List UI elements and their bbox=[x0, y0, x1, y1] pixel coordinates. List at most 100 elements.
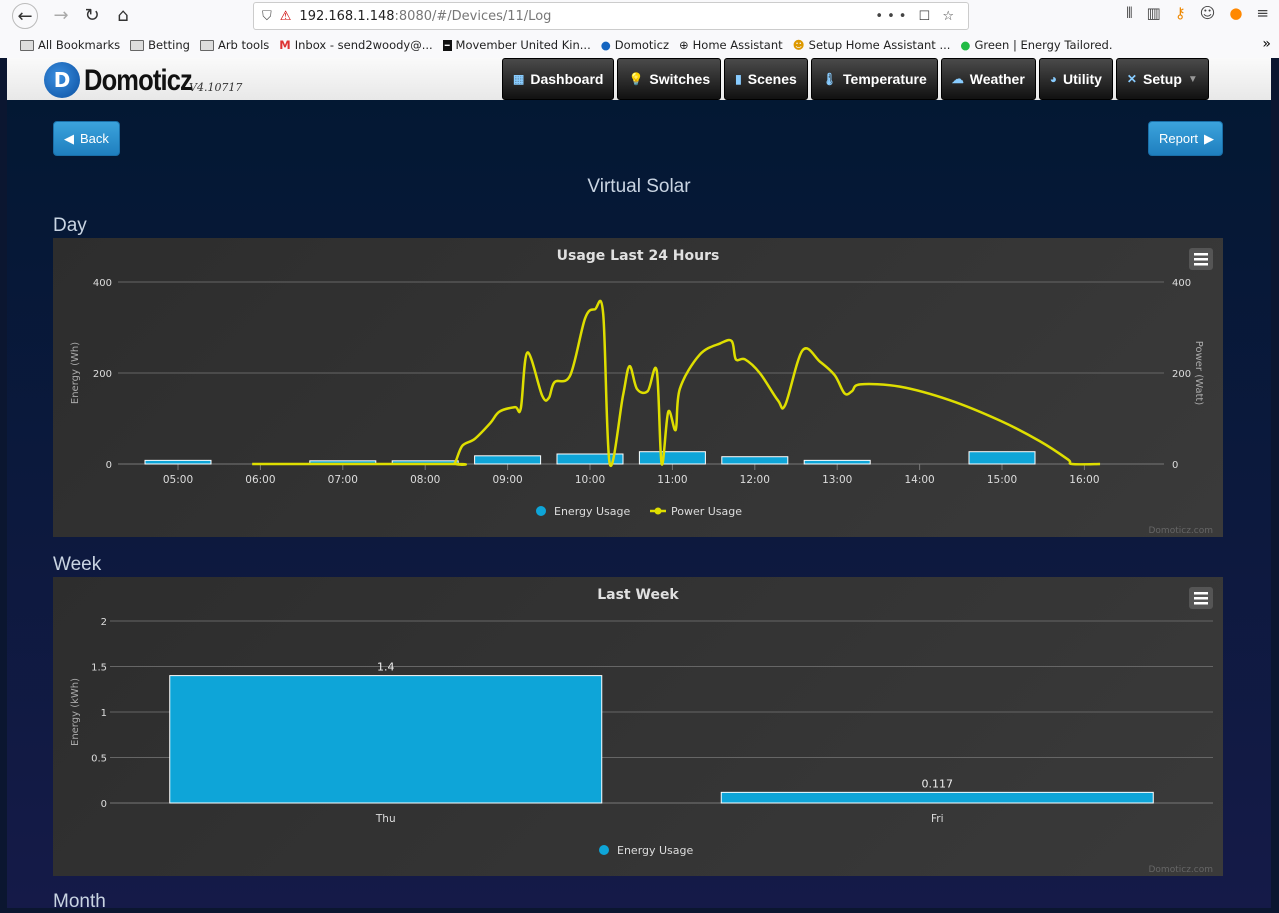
legend-power-usage[interactable]: Power Usage bbox=[650, 505, 742, 518]
report-button[interactable]: Report ▶ bbox=[1148, 121, 1223, 156]
back-button[interactable]: ◀ Back bbox=[53, 121, 120, 156]
report-label: Report bbox=[1159, 131, 1199, 146]
legend-marker bbox=[654, 507, 662, 515]
bookmark-arb-tools[interactable]: Arb tools bbox=[199, 38, 269, 52]
hamburger-icon-bar bbox=[1194, 602, 1208, 605]
tools-icon: ✕ bbox=[1126, 72, 1137, 86]
browser-chrome: ← → ↻ ⌂ ⛉ ⚠ 192.168.1.148:8080/#/Devices… bbox=[0, 0, 1279, 58]
bookmark-movember[interactable]: ━ Movember United Kin... bbox=[442, 38, 591, 52]
main-content: ◀ Back Report ▶ Virtual Solar Day Usage La… bbox=[7, 100, 1271, 912]
hamburger-menu-icon[interactable]: ≡ bbox=[1256, 4, 1269, 22]
menu-label: Scenes bbox=[747, 71, 797, 87]
bookmark-setup-ha[interactable]: ☻ Setup Home Assistant ... bbox=[793, 38, 951, 52]
extension-icon[interactable]: ● bbox=[1229, 4, 1242, 22]
account-icon[interactable]: ☺ bbox=[1200, 4, 1216, 22]
bookmark-all[interactable]: All Bookmarks bbox=[20, 38, 120, 52]
x-tick-label: 16:00 bbox=[1069, 474, 1099, 486]
x-tick-label: 07:00 bbox=[328, 474, 358, 486]
forward-arrow-icon[interactable]: → bbox=[48, 3, 74, 29]
bookmark-label: Betting bbox=[148, 38, 190, 52]
menu-utility[interactable]: ◕ Utility bbox=[1038, 58, 1113, 100]
back-arrow-icon[interactable]: ← bbox=[12, 3, 38, 29]
thermometer-icon: 🌡 bbox=[821, 72, 838, 86]
gmail-icon: M bbox=[279, 38, 291, 52]
chart-credit: Domoticz.com bbox=[1149, 865, 1214, 875]
y2-tick-label: 200 bbox=[1172, 369, 1191, 380]
bookmarks-overflow-icon[interactable]: » bbox=[1262, 36, 1271, 52]
menu-scenes[interactable]: ▮ Scenes bbox=[724, 58, 808, 100]
y-tick-label: 1.5 bbox=[91, 663, 107, 674]
x-tick-label: 09:00 bbox=[492, 474, 522, 486]
y2-axis-label: Power (Watt) bbox=[1193, 341, 1204, 406]
toolbar-icons[interactable]: ⫴ ▥ ⚷ ☺ ● ≡ bbox=[1126, 4, 1279, 22]
x-tick-label: 14:00 bbox=[904, 474, 934, 486]
folder-icon bbox=[130, 39, 145, 51]
home-icon[interactable]: ⌂ bbox=[110, 3, 136, 29]
menu-label: Utility bbox=[1063, 71, 1102, 87]
chart-menu-button[interactable] bbox=[1189, 248, 1213, 270]
bookmark-home-assistant[interactable]: ⊕ Home Assistant bbox=[679, 38, 783, 52]
x-tick-label: 13:00 bbox=[822, 474, 852, 486]
bookmark-label: Inbox - send2woody@... bbox=[294, 38, 433, 52]
y-tick-label: 400 bbox=[93, 278, 112, 289]
page-actions-icons[interactable]: ••• ☐ ☆ bbox=[875, 9, 958, 24]
energy-bar bbox=[638, 451, 706, 465]
menu-weather[interactable]: ☁ Weather bbox=[940, 58, 1036, 100]
section-month: Month bbox=[53, 891, 106, 912]
menu-dashboard[interactable]: ▦ Dashboard bbox=[502, 58, 615, 100]
y2-tick-label: 400 bbox=[1172, 278, 1191, 289]
folder-icon bbox=[20, 39, 34, 51]
main-menu: ▦ Dashboard 💡 Switches ▮ Scenes 🌡 Temperature ☁ W… bbox=[502, 58, 1209, 100]
bookmarks-bar: All Bookmarks Betting Arb tools M Inbox -… bbox=[0, 34, 1113, 56]
logo-icon: D bbox=[44, 62, 80, 98]
cloud-icon: ☁ bbox=[951, 72, 964, 86]
back-label: Back bbox=[80, 131, 109, 146]
x-tick-label: 15:00 bbox=[987, 474, 1017, 486]
version: V4.10717 bbox=[189, 81, 243, 94]
legend-marker bbox=[536, 506, 546, 516]
menu-setup[interactable]: ✕ Setup ▼ bbox=[1115, 58, 1209, 100]
domoticz-icon: ● bbox=[600, 38, 611, 52]
hamburger-icon-bar bbox=[1194, 258, 1208, 261]
url-bar[interactable]: ⛉ ⚠ 192.168.1.148:8080/#/Devices/11/Log … bbox=[253, 2, 969, 30]
week-chart: Last Week Domoticz.com 0 0.5 1 1.5 2 Energy (kW… bbox=[53, 577, 1223, 876]
sidebar-icon[interactable]: ▥ bbox=[1147, 4, 1161, 22]
chart-menu-button[interactable] bbox=[1189, 587, 1213, 609]
legend-energy-usage[interactable]: Energy Usage bbox=[599, 844, 694, 857]
shield-icon: ⛉ bbox=[262, 8, 272, 24]
bookmark-domoticz[interactable]: ● Domoticz bbox=[601, 38, 669, 52]
legend-label: Power Usage bbox=[671, 505, 742, 518]
x-tick-label: 12:00 bbox=[740, 474, 770, 486]
bookmark-inbox[interactable]: M Inbox - send2woody@... bbox=[279, 38, 432, 52]
y-tick-label: 2 bbox=[101, 617, 107, 628]
hamburger-icon-bar bbox=[1194, 592, 1208, 595]
legend-label: Energy Usage bbox=[617, 844, 694, 857]
caret-down-icon: ▼ bbox=[1187, 73, 1198, 85]
energy-bar bbox=[968, 451, 1036, 465]
library-icon[interactable]: ⫴ bbox=[1126, 4, 1132, 22]
energy-bar bbox=[169, 675, 603, 804]
bookmark-label: Domoticz bbox=[614, 38, 669, 52]
legend-label: Energy Usage bbox=[554, 505, 631, 518]
energy-bar bbox=[144, 459, 212, 465]
app-header: D Domoticz V4.10717 ▦ Dashboard 💡 Switches ▮ Sc… bbox=[7, 58, 1271, 100]
energy-bar bbox=[721, 456, 789, 465]
y-tick-label: 0.5 bbox=[91, 754, 107, 765]
x-tick-label: 05:00 bbox=[163, 474, 193, 486]
url-path: :8080/#/Devices/11/Log bbox=[394, 8, 552, 24]
reload-icon[interactable]: ↻ bbox=[79, 3, 105, 29]
menu-temperature[interactable]: 🌡 Temperature bbox=[810, 58, 938, 100]
menu-switches[interactable]: 💡 Switches bbox=[617, 58, 722, 100]
y-axis-label: Energy (kWh) bbox=[70, 678, 81, 746]
logo-text: Domoticz bbox=[84, 64, 193, 97]
bookmark-betting[interactable]: Betting bbox=[130, 38, 190, 52]
bookmark-green[interactable]: ● Green | Energy Tailored. bbox=[960, 38, 1112, 52]
hamburger-icon-bar bbox=[1194, 597, 1208, 600]
key-icon[interactable]: ⚷ bbox=[1175, 4, 1186, 22]
data-label: 0.117 bbox=[922, 777, 954, 790]
bookmark-label: Movember United Kin... bbox=[455, 38, 591, 52]
domoticz-logo[interactable]: D Domoticz V4.10717 bbox=[44, 62, 242, 98]
hamburger-icon-bar bbox=[1194, 253, 1208, 256]
menu-label: Switches bbox=[649, 71, 711, 87]
legend-energy-usage[interactable]: Energy Usage bbox=[536, 505, 631, 518]
